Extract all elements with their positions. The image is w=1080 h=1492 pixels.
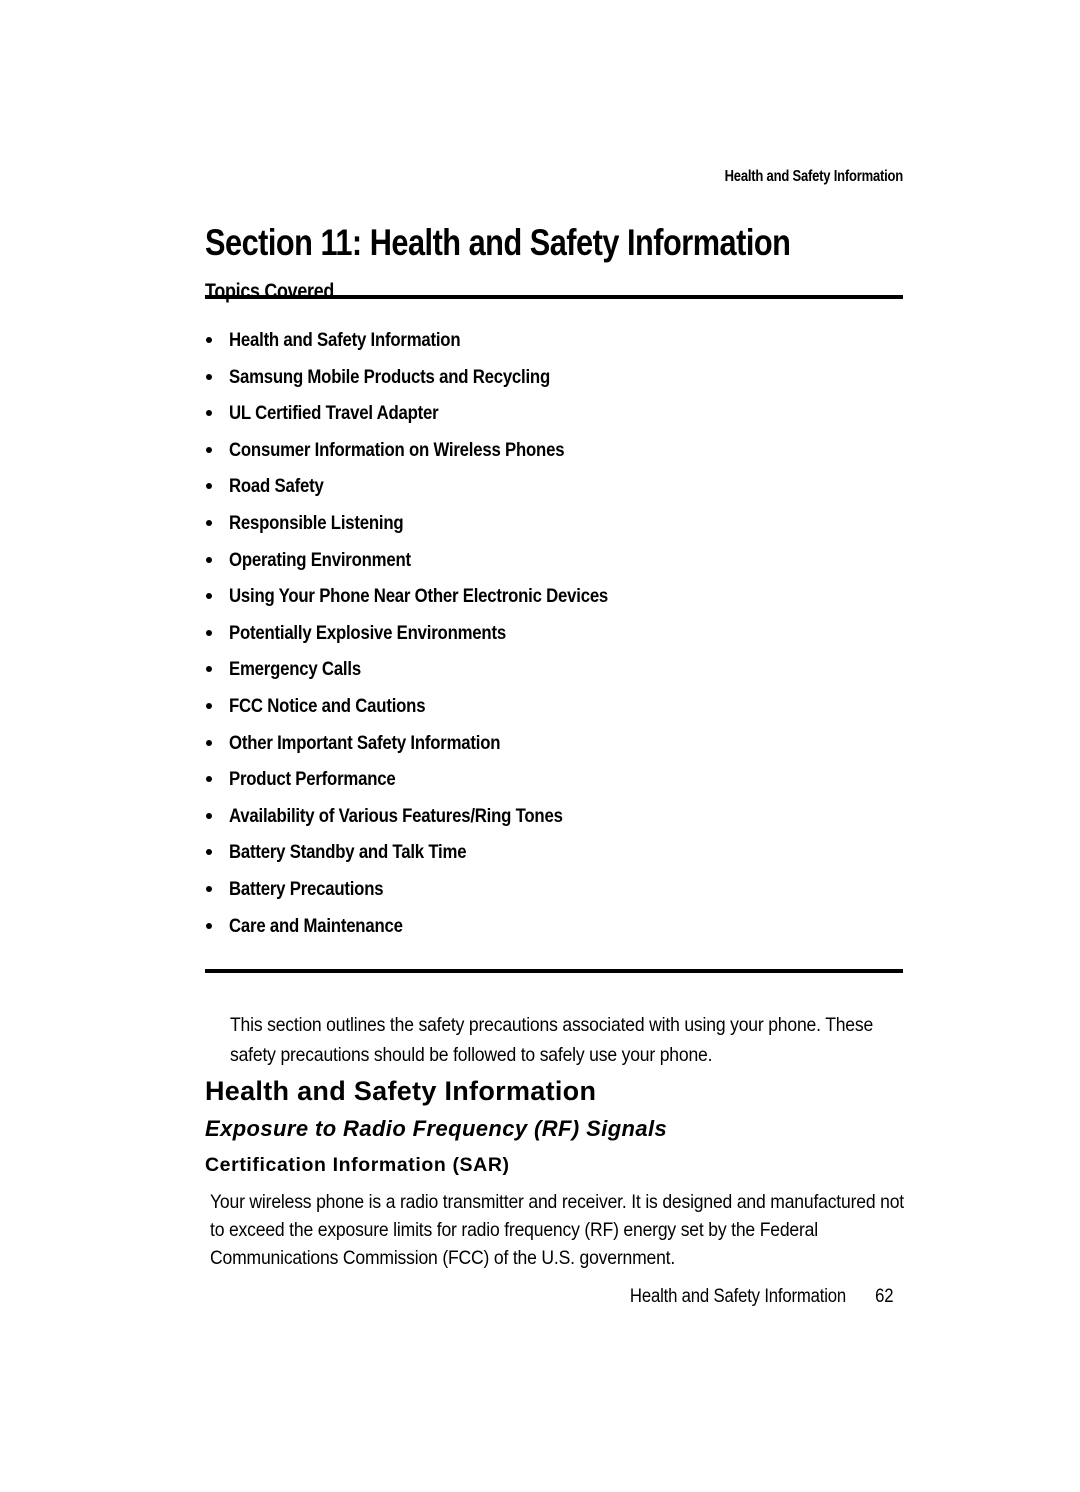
list-item-label: Product Performance xyxy=(229,768,396,791)
list-item: Health and Safety Information xyxy=(205,326,925,363)
list-item-label: Consumer Information on Wireless Phones xyxy=(229,438,565,461)
bullet-icon xyxy=(206,776,212,783)
bullet-icon xyxy=(206,519,212,526)
page-number: 62 xyxy=(874,1286,893,1307)
list-item-label: Operating Environment xyxy=(229,548,411,571)
list-item-label: Using Your Phone Near Other Electronic D… xyxy=(229,585,609,608)
page-footer: Health and Safety Information 62 xyxy=(0,1286,894,1308)
list-item-label: Responsible Listening xyxy=(229,511,404,534)
list-item: Emergency Calls xyxy=(205,655,925,692)
list-item-label: Road Safety xyxy=(229,475,324,498)
divider-bottom xyxy=(205,969,903,973)
bullet-icon xyxy=(206,556,212,563)
list-item-label: Emergency Calls xyxy=(229,658,361,681)
list-item: Road Safety xyxy=(205,472,925,509)
footer-group: Health and Safety Information 62 xyxy=(629,1286,894,1308)
bullet-icon xyxy=(206,483,212,490)
list-item: Battery Precautions xyxy=(205,875,925,912)
body-paragraph-text: Your wireless phone is a radio transmitt… xyxy=(210,1190,904,1269)
bullet-icon xyxy=(206,702,212,709)
body-paragraph: Your wireless phone is a radio transmitt… xyxy=(210,1188,910,1272)
document-page: Health and Safety Information Section 11… xyxy=(0,0,1080,1492)
list-item: UL Certified Travel Adapter xyxy=(205,399,925,436)
section-heading-health-and-safety: Health and Safety Information xyxy=(205,1076,597,1107)
list-item-label: Battery Precautions xyxy=(229,877,384,900)
list-item-label: FCC Notice and Cautions xyxy=(229,694,426,717)
footer-label: Health and Safety Information xyxy=(629,1286,846,1307)
bullet-icon xyxy=(206,629,212,636)
bullet-icon xyxy=(206,410,212,417)
intro-paragraph-text: This section outlines the safety precaut… xyxy=(230,1013,874,1066)
list-item: Potentially Explosive Environments xyxy=(205,619,925,656)
list-item-label: Battery Standby and Talk Time xyxy=(229,841,467,864)
topics-list: Health and Safety Information Samsung Mob… xyxy=(205,326,925,948)
list-item-label: UL Certified Travel Adapter xyxy=(229,402,439,425)
bullet-icon xyxy=(206,337,212,343)
divider-top xyxy=(205,295,903,299)
list-item-label: Other Important Safety Information xyxy=(229,731,501,754)
list-item: Using Your Phone Near Other Electronic D… xyxy=(205,582,925,619)
list-item: Care and Maintenance xyxy=(205,912,925,949)
running-header: Health and Safety Information xyxy=(724,168,904,185)
list-item: Samsung Mobile Products and Recycling xyxy=(205,363,925,400)
list-item: Battery Standby and Talk Time xyxy=(205,838,925,875)
subheading-certification-information-sar: Certification Information (SAR) xyxy=(205,1153,510,1176)
bullet-icon xyxy=(206,849,212,856)
list-item-label: Care and Maintenance xyxy=(229,914,403,937)
bullet-icon xyxy=(206,812,212,819)
list-item: Consumer Information on Wireless Phones xyxy=(205,436,925,473)
list-item-label: Health and Safety Information xyxy=(229,329,461,351)
bullet-icon xyxy=(206,739,212,746)
bullet-icon xyxy=(206,593,212,600)
list-item-label: Potentially Explosive Environments xyxy=(229,621,506,644)
subheading-exposure-to-rf-signals: Exposure to Radio Frequency (RF) Signals xyxy=(205,1116,668,1141)
bullet-icon xyxy=(206,922,212,929)
bullet-icon xyxy=(206,373,212,380)
list-item: Other Important Safety Information xyxy=(205,729,925,766)
bullet-icon xyxy=(206,666,212,673)
list-item-label: Availability of Various Features/Ring To… xyxy=(229,804,563,827)
bullet-icon xyxy=(206,446,212,453)
intro-paragraph: This section outlines the safety precaut… xyxy=(230,1010,910,1070)
bullet-icon xyxy=(206,885,212,892)
list-item: Responsible Listening xyxy=(205,509,925,546)
list-item: FCC Notice and Cautions xyxy=(205,692,925,729)
list-item: Operating Environment xyxy=(205,546,925,583)
list-item: Product Performance xyxy=(205,765,925,802)
page-title: Section 11: Health and Safety Informatio… xyxy=(205,221,791,263)
list-item: Availability of Various Features/Ring To… xyxy=(205,802,925,839)
topics-covered-heading: Topics Covered xyxy=(205,280,335,304)
list-item-label: Samsung Mobile Products and Recycling xyxy=(229,365,550,388)
